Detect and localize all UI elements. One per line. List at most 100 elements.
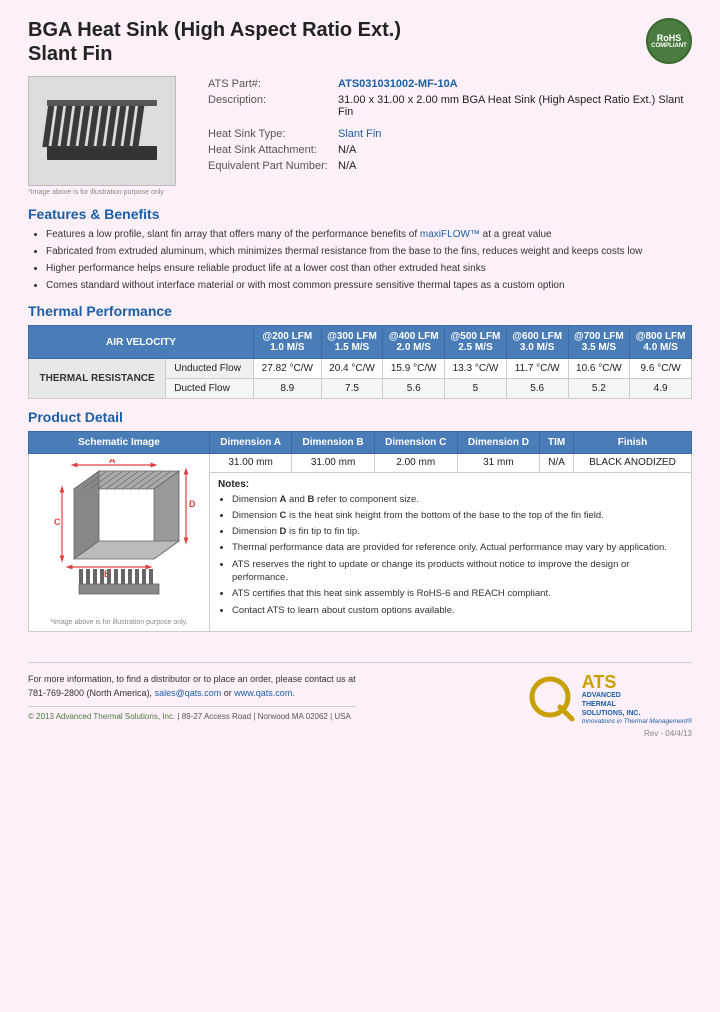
- ducted-val-1: 8.9: [253, 379, 321, 399]
- ducted-val-6: 5.2: [568, 379, 630, 399]
- note-1: Dimension A and B refer to component siz…: [232, 493, 683, 506]
- col7-header: @800 LFM4.0 M/S: [630, 326, 692, 359]
- compliant-text: COMPLIANT: [651, 43, 687, 49]
- ats-full-line3: SOLUTIONS, INC.: [582, 709, 692, 718]
- dim-b-value: 31.00 mm: [292, 454, 375, 473]
- heatsink-illustration: [37, 86, 167, 176]
- thermal-performance-title: Thermal Performance: [28, 303, 692, 319]
- rohs-badge: RoHS COMPLIANT: [646, 18, 692, 64]
- note-2: Dimension C is the heat sink height from…: [232, 509, 683, 522]
- rev-text: Rev - 04/4/13: [644, 729, 692, 738]
- note-3: Dimension D is fin tip to fin tip.: [232, 525, 683, 538]
- unducted-val-2: 20.4 °C/W: [321, 359, 383, 379]
- note-4: Thermal performance data are provided fo…: [232, 541, 683, 554]
- footer-website[interactable]: www.qats.com.: [234, 688, 295, 698]
- svg-text:C: C: [54, 517, 61, 527]
- air-velocity-header: AIR VELOCITY: [29, 326, 254, 359]
- features-list: Features a low profile, slant fin array …: [28, 228, 692, 293]
- dim-c-header: Dimension C: [374, 432, 457, 454]
- page-title: BGA Heat Sink (High Aspect Ratio Ext.) S…: [28, 18, 401, 66]
- image-caption: *Image above is for illustration purpose…: [28, 189, 188, 196]
- unducted-val-3: 15.9 °C/W: [383, 359, 445, 379]
- maxiflow-link: maxiFLOW™: [420, 229, 480, 240]
- col5-header: @600 LFM3.0 M/S: [506, 326, 568, 359]
- ducted-val-5: 5.6: [506, 379, 568, 399]
- heat-sink-type-value: Slant Fin: [334, 126, 692, 142]
- unducted-val-1: 27.82 °C/W: [253, 359, 321, 379]
- attachment-row: Heat Sink Attachment: N/A: [204, 142, 692, 158]
- feature-item-2: Fabricated from extruded aluminum, which…: [46, 245, 692, 259]
- ducted-val-3: 5.6: [383, 379, 445, 399]
- ats-full-line1: ADVANCED: [582, 691, 692, 700]
- finish-header: Finish: [573, 432, 691, 454]
- product-image-area: *Image above is for illustration purpose…: [28, 76, 188, 196]
- dim-a-value: 31.00 mm: [210, 454, 292, 473]
- features-title: Features & Benefits: [28, 206, 692, 222]
- unducted-label: Unducted Flow: [166, 359, 254, 379]
- schematic-caption: *Image above is for illustration purpose…: [34, 619, 204, 626]
- tim-value: N/A: [540, 454, 574, 473]
- col2-header: @300 LFM1.5 M/S: [321, 326, 383, 359]
- footer-contact: For more information, to find a distribu…: [28, 673, 356, 700]
- col1-header: @200 LFM1.0 M/S: [253, 326, 321, 359]
- col6-header: @700 LFM3.5 M/S: [568, 326, 630, 359]
- svg-text:D: D: [189, 499, 196, 509]
- product-details: ATS Part#: ATS031031002-MF-10A Descripti…: [204, 76, 692, 196]
- dim-c-value: 2.00 mm: [374, 454, 457, 473]
- unducted-val-6: 10.6 °C/W: [568, 359, 630, 379]
- header-title: BGA Heat Sink (High Aspect Ratio Ext.) S…: [28, 18, 401, 66]
- feature-item-3: Higher performance helps ensure reliable…: [46, 262, 692, 276]
- unducted-val-4: 13.3 °C/W: [445, 359, 507, 379]
- schematic-cell: C B A D: [29, 454, 210, 632]
- ducted-val-4: 5: [445, 379, 507, 399]
- ats-logo: ATS ADVANCED THERMAL SOLUTIONS, INC. Inn…: [528, 673, 692, 725]
- notes-title: Notes:: [218, 479, 683, 490]
- finish-value: BLACK ANODIZED: [573, 454, 691, 473]
- header: BGA Heat Sink (High Aspect Ratio Ext.) S…: [28, 18, 692, 66]
- description-row: Description: 31.00 x 31.00 x 2.00 mm BGA…: [204, 92, 692, 120]
- note-6: ATS certifies that this heat sink assemb…: [232, 587, 683, 600]
- product-detail-title: Product Detail: [28, 409, 692, 425]
- ats-q-logo: [528, 675, 576, 723]
- equiv-part-label: Equivalent Part Number:: [204, 158, 334, 174]
- feature-item-1: Features a low profile, slant fin array …: [46, 228, 692, 242]
- tim-header: TIM: [540, 432, 574, 454]
- part-number-value: ATS031031002-MF-10A: [334, 76, 692, 92]
- attachment-label: Heat Sink Attachment:: [204, 142, 334, 158]
- detail-table: ATS Part#: ATS031031002-MF-10A Descripti…: [204, 76, 692, 174]
- product-detail-table: Schematic Image Dimension A Dimension B …: [28, 431, 692, 632]
- footer-or: or: [224, 688, 232, 698]
- footer-copyright: © 2013 Advanced Thermal Solutions, Inc.: [28, 712, 175, 721]
- footer-section: For more information, to find a distribu…: [28, 662, 692, 738]
- description-value: 31.00 x 31.00 x 2.00 mm BGA Heat Sink (H…: [334, 92, 692, 120]
- dim-b-header: Dimension B: [292, 432, 375, 454]
- unducted-val-5: 11.7 °C/W: [506, 359, 568, 379]
- thermal-resistance-label: THERMAL RESISTANCE: [29, 359, 166, 399]
- dim-d-header: Dimension D: [457, 432, 540, 454]
- notes-list: Dimension A and B refer to component siz…: [218, 493, 683, 617]
- feature-item-4: Comes standard without interface materia…: [46, 279, 692, 293]
- col3-header: @400 LFM2.0 M/S: [383, 326, 445, 359]
- equiv-part-value: N/A: [334, 158, 692, 174]
- footer-phone: 781-769-2800 (North America),: [28, 688, 152, 698]
- footer-email[interactable]: sales@qats.com: [155, 688, 222, 698]
- col4-header: @500 LFM2.5 M/S: [445, 326, 507, 359]
- heat-sink-type-row: Heat Sink Type: Slant Fin: [204, 126, 692, 142]
- dim-a-header: Dimension A: [210, 432, 292, 454]
- part-number-row: ATS Part#: ATS031031002-MF-10A: [204, 76, 692, 92]
- notes-cell: Notes: Dimension A and B refer to compon…: [210, 472, 692, 631]
- attachment-value: N/A: [334, 142, 692, 158]
- ats-tagline: Innovations in Thermal Management®: [582, 718, 692, 725]
- footer-contact-text: For more information, to find a distribu…: [28, 674, 356, 684]
- footer-left: For more information, to find a distribu…: [28, 673, 356, 723]
- ats-full-line2: THERMAL: [582, 700, 692, 709]
- unducted-row: THERMAL RESISTANCE Unducted Flow 27.82 °…: [29, 359, 692, 379]
- svg-text:A: A: [109, 459, 116, 465]
- ducted-val-2: 7.5: [321, 379, 383, 399]
- schematic-svg: C B A D: [34, 459, 204, 614]
- rohs-text: RoHS: [657, 33, 682, 43]
- footer-address: | 89-27 Access Road | Norwood MA 02062 |…: [177, 712, 350, 721]
- ducted-label: Ducted Flow: [166, 379, 254, 399]
- product-detail-data-row: C B A D: [29, 454, 692, 473]
- note-7: Contact ATS to learn about custom option…: [232, 604, 683, 617]
